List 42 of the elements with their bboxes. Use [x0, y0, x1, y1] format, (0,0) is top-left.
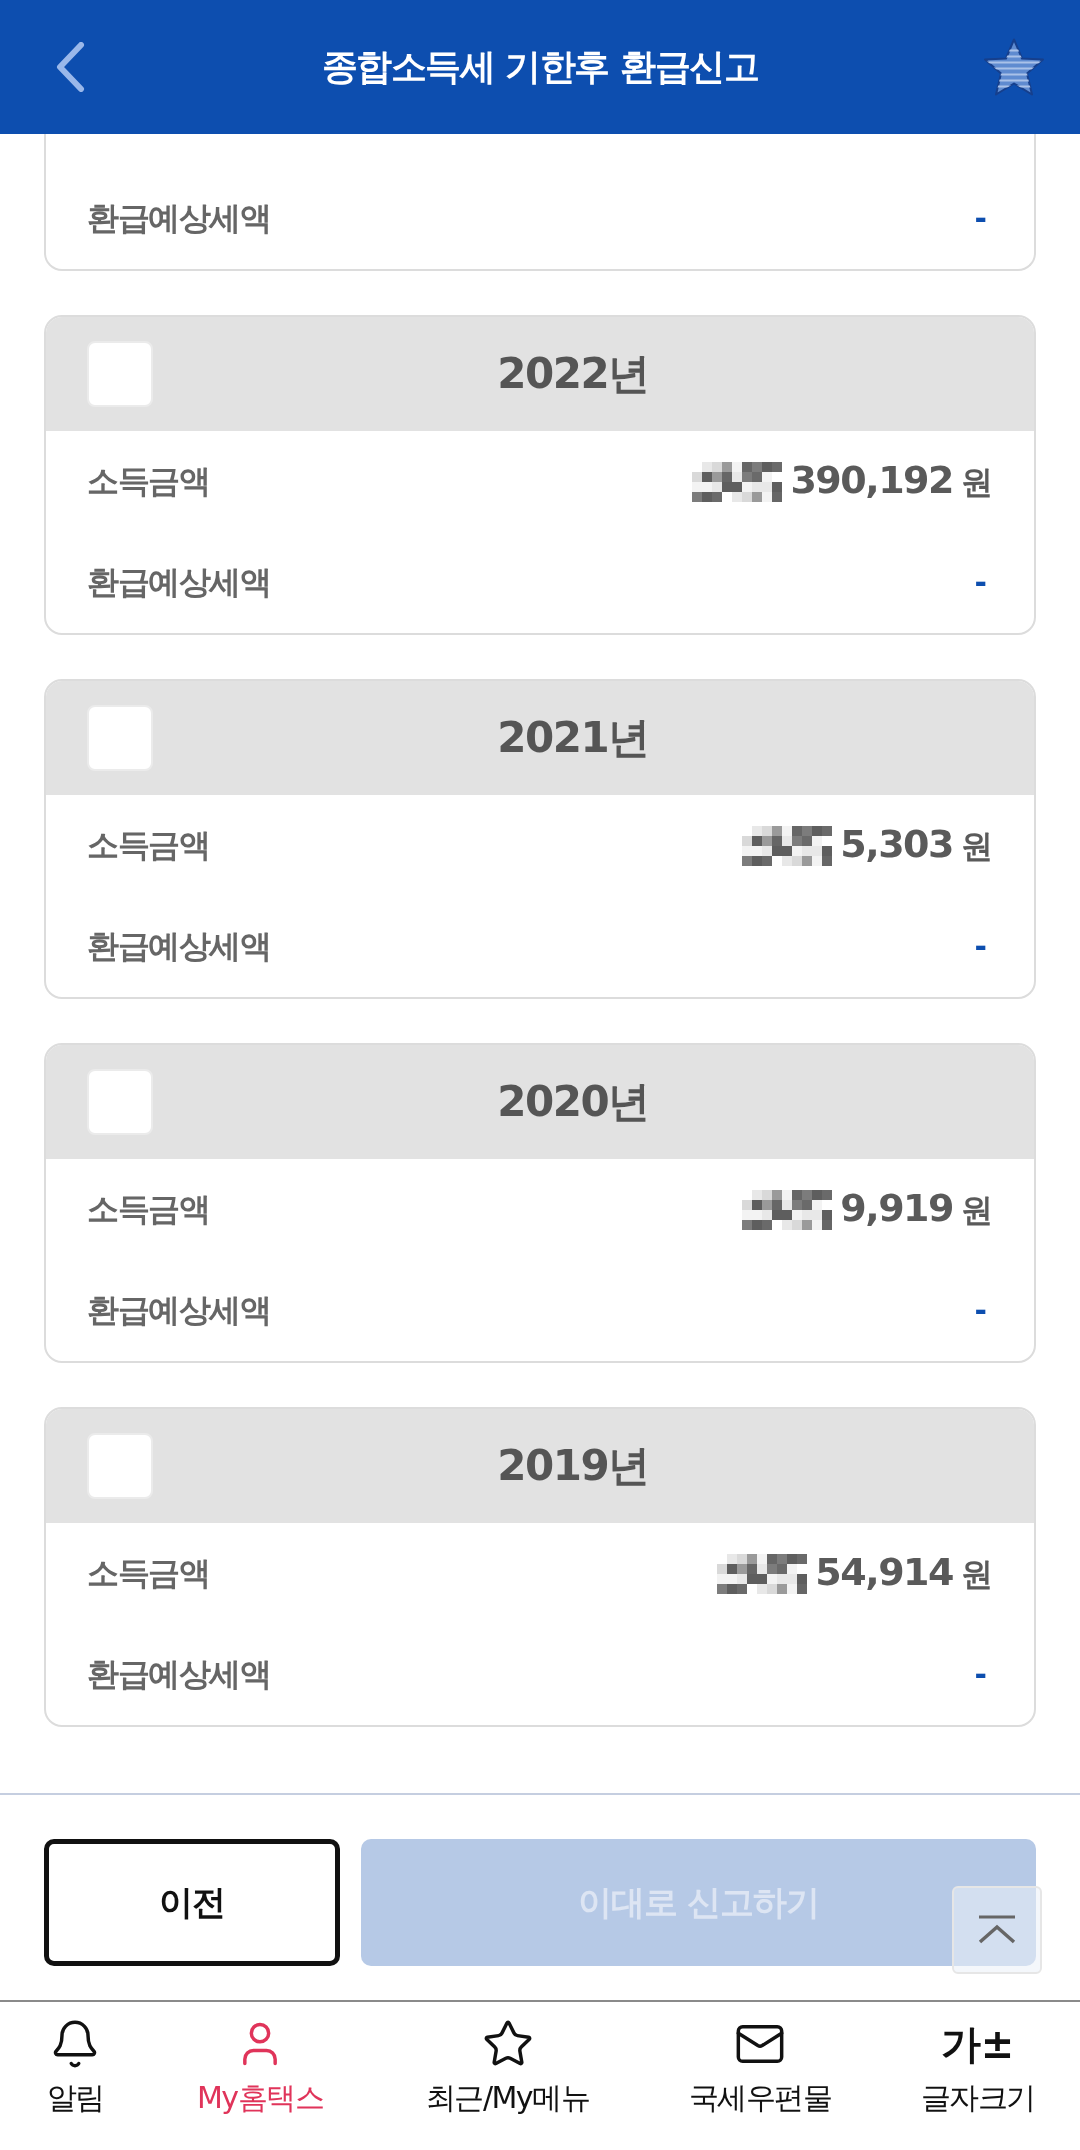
favorite-button[interactable] — [982, 36, 1046, 98]
row-label: 소득금액 — [87, 1188, 209, 1230]
text-size-glyph: 가± — [940, 2024, 1015, 2064]
previous-button[interactable]: 이전 — [44, 1839, 340, 1966]
row-label: 환급예상세액 — [87, 197, 270, 239]
refund-value: - — [974, 929, 987, 964]
year-title: 2020년 — [497, 1076, 649, 1128]
row-label: 소득금액 — [87, 824, 209, 866]
tab-bar-item[interactable]: 가± 글자크기 — [875, 2002, 1080, 2150]
row-label: 소득금액 — [87, 1552, 209, 1594]
tab-bar-item[interactable]: 알림 — [0, 2002, 150, 2150]
amount-value: 5,303 — [840, 822, 953, 866]
tab-bar-item[interactable]: 국세우편물 — [645, 2002, 875, 2150]
row-label: 환급예상세액 — [87, 925, 270, 967]
page-title: 종합소득세 기한후 환급신고 — [321, 44, 759, 89]
amount-value: 9,919 — [840, 1186, 953, 1230]
currency-unit: 원 — [961, 462, 993, 503]
star-icon — [984, 38, 1044, 96]
refund-value: - — [974, 1293, 987, 1328]
amount-value: 390,192 — [790, 458, 953, 502]
row-label: 환급예상세액 — [87, 1653, 270, 1695]
currency-unit: 원 — [961, 1190, 993, 1231]
checkbox[interactable] — [87, 705, 153, 771]
amount-value: 54,914 — [815, 1550, 953, 1594]
year-title: 2022년 — [497, 348, 649, 400]
scroll-to-top-button[interactable] — [952, 1886, 1042, 1974]
back-chevron-icon — [55, 42, 85, 92]
row-label: 환급예상세액 — [87, 561, 270, 603]
refund-value: - — [974, 565, 987, 600]
currency-unit: 원 — [961, 1554, 993, 1595]
row-label: 환급예상세액 — [87, 1289, 270, 1331]
currency-unit: 원 — [961, 826, 993, 867]
checkbox[interactable] — [87, 1433, 153, 1499]
tab-bar-item[interactable]: My홈택스 — [150, 2002, 370, 2150]
refund-value: - — [974, 201, 987, 236]
checkbox[interactable] — [87, 341, 153, 407]
refund-value: - — [974, 1657, 987, 1692]
year-title: 2019년 — [497, 1440, 649, 1492]
year-title: 2021년 — [497, 712, 649, 764]
tab-bar-item[interactable]: 최근/My메뉴 — [370, 2002, 645, 2150]
checkbox[interactable] — [87, 1069, 153, 1135]
row-label: 소득금액 — [87, 460, 209, 502]
